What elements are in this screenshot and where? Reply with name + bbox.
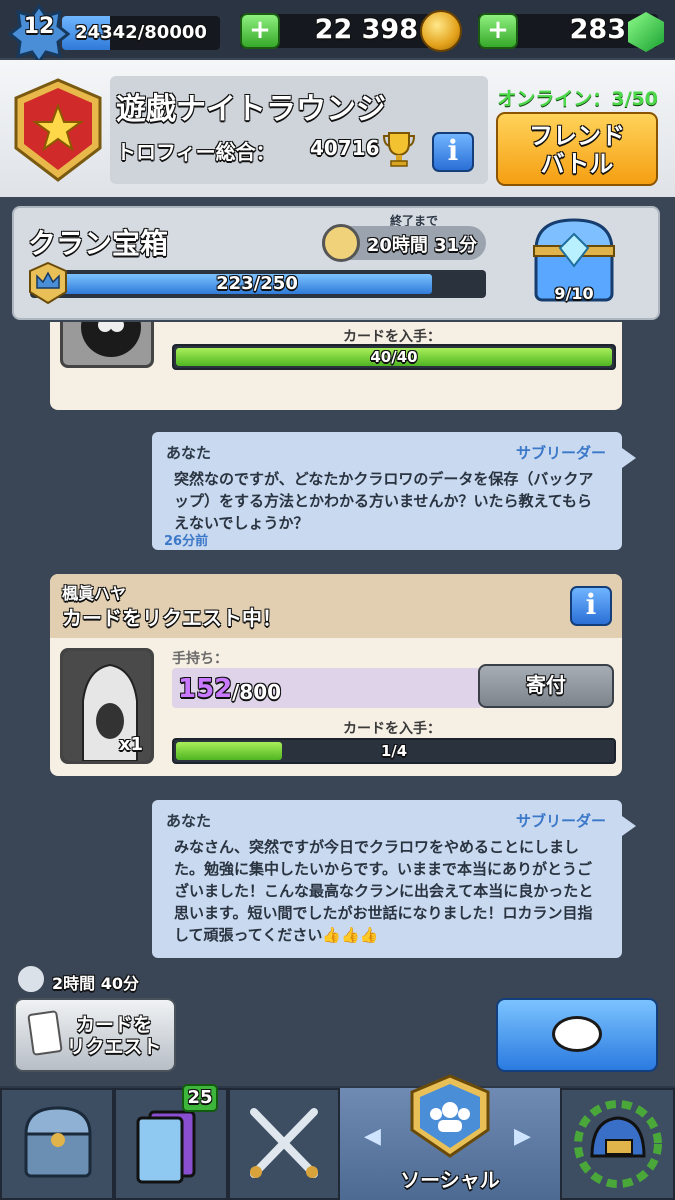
xp-bar: 24342/80000 — [62, 16, 220, 50]
cards-badge: 25 — [182, 1084, 218, 1112]
clan-chest-title: クラン宝箱 — [28, 227, 169, 260]
chat-feed[interactable]: カードを入手： 40/40 あなた サブリーダー 突然なのですが、どなたかクラロ… — [0, 322, 675, 1064]
timer-icon — [322, 224, 360, 262]
gem-amount: 283 — [569, 14, 626, 45]
laurel-helmet-icon — [574, 1100, 662, 1188]
bomb-card-art — [63, 322, 151, 365]
clock-icon — [16, 964, 46, 994]
owned-total: /800 — [232, 680, 282, 704]
message-author: あなた — [166, 812, 212, 830]
cards-received-text: 1/4 — [380, 742, 408, 760]
message-author: あなた — [166, 444, 212, 462]
chest-timer: 20時間 31分 — [366, 235, 478, 256]
clan-name: 遊戯ナイトラウンジ — [116, 92, 386, 127]
request-cards-label: カードを リクエスト — [66, 1014, 162, 1058]
message-role: サブリーダー — [515, 444, 606, 462]
request-title: カードをリクエスト中！ — [62, 606, 282, 630]
card-request: 楓眞ハヤ カードをリクエスト中！ i x1 手持ち： 152 /800 寄付 カ… — [50, 574, 622, 776]
chat-bubble-icon — [552, 1016, 602, 1052]
owned-value: 152 — [178, 674, 233, 704]
chest-count: 9/10 — [554, 284, 594, 303]
get-cards-label: カードを入手： — [343, 329, 441, 345]
gold-coin-icon — [420, 10, 462, 52]
xp-text: 24342/80000 — [75, 22, 207, 43]
get-cards-label: カードを入手： — [343, 721, 441, 737]
chat-message[interactable]: あなた サブリーダー 突然なのですが、どなたかクラロワのデータを保存（バックアッ… — [152, 432, 636, 550]
requester-name: 楓眞ハヤ — [62, 584, 127, 603]
clan-info-button[interactable]: i — [432, 132, 474, 172]
online-count: オンライン：3/50 — [497, 88, 658, 110]
nav-left-arrow-icon[interactable]: ◀ — [364, 1124, 381, 1149]
donate-button[interactable]: 寄付 — [478, 664, 614, 708]
friend-battle-button[interactable]: フレンド バトル — [496, 112, 658, 186]
message-role: サブリーダー — [515, 812, 606, 830]
nav-active-label: ソーシャル — [400, 1168, 500, 1192]
cards-received-bar: 1/4 — [172, 738, 616, 764]
card-icon — [27, 1010, 63, 1056]
chat-message[interactable]: あなた サブリーダー みなさん、突然ですが今日でクラロワをやめることにしました。… — [152, 800, 636, 958]
request-cooldown: 2時間 40分 — [52, 974, 139, 993]
nav-tab-shop[interactable] — [0, 1088, 114, 1200]
level-number: 12 — [23, 14, 55, 39]
cards-received-bar: 40/40 — [172, 344, 616, 370]
shop-chest-icon — [24, 1106, 92, 1178]
crossed-swords-icon — [250, 1108, 318, 1178]
chest-progress-text: 223/250 — [216, 273, 298, 294]
gold-amount: 22 398 — [314, 14, 418, 45]
message-time: 26分前 — [164, 534, 209, 549]
social-shield-icon — [410, 1074, 490, 1158]
card-count: x1 — [118, 734, 143, 755]
add-gold-button[interactable]: + — [240, 13, 280, 49]
card-image-bomb — [60, 322, 154, 368]
trophy-value: 40716 — [310, 136, 380, 160]
nav-right-arrow-icon[interactable]: ▶ — [514, 1124, 531, 1149]
card-request-partial: カードを入手： 40/40 — [50, 322, 622, 410]
message-text: みなさん、突然ですが今日でクラロワをやめることにしました。勉強に集中したいからで… — [174, 838, 594, 944]
nav-tab-battle[interactable] — [228, 1088, 340, 1200]
nav-tab-tournaments[interactable] — [560, 1088, 675, 1200]
add-gems-button[interactable]: + — [478, 13, 518, 49]
message-text: 突然なのですが、どなたかクラロワのデータを保存（バックアップ）をする方法とかわか… — [174, 470, 594, 532]
owned-label: 手持ち： — [172, 651, 228, 667]
trophy-icon — [382, 132, 416, 167]
trophy-label: トロフィー総合： — [116, 140, 276, 164]
clan-badge-icon[interactable] — [14, 78, 102, 182]
card-image-golem: x1 — [60, 648, 154, 764]
cards-received-text: 40/40 — [370, 348, 418, 366]
request-info-button[interactable]: i — [570, 586, 612, 626]
